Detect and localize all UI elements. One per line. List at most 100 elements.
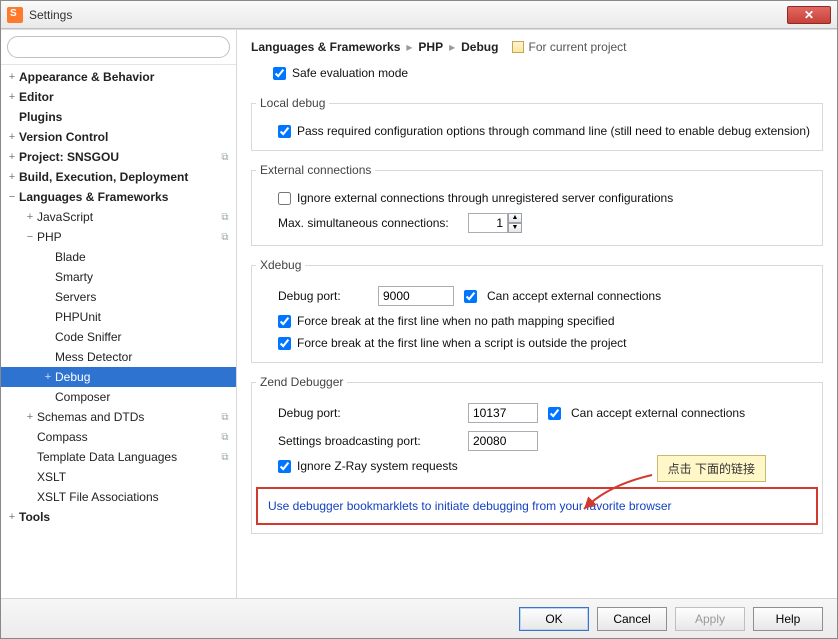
settings-content: Languages & Frameworks ▸ PHP ▸ Debug For… <box>237 30 837 598</box>
xdebug-legend: Xdebug <box>256 258 305 272</box>
tree-item-smarty[interactable]: Smarty <box>1 267 236 287</box>
project-scope-icon: ⧉ <box>218 232 232 243</box>
zend-accept-label: Can accept external connections <box>571 406 745 420</box>
spin-down-button[interactable]: ▼ <box>508 223 522 233</box>
tree-item-build-execution-deployment[interactable]: +Build, Execution, Deployment <box>1 167 236 187</box>
expander-icon[interactable]: + <box>41 371 55 383</box>
chevron-right-icon: ▸ <box>449 40 455 54</box>
tree-item-label: PHP <box>37 230 218 244</box>
tree-item-label: Code Sniffer <box>55 330 218 344</box>
tree-item-mess-detector[interactable]: Mess Detector <box>1 347 236 367</box>
ok-button[interactable]: OK <box>519 607 589 631</box>
settings-sidebar: +Appearance & Behavior+EditorPlugins+Ver… <box>1 30 237 598</box>
tree-item-xslt-file-associations[interactable]: XSLT File Associations <box>1 487 236 507</box>
tree-item-xslt[interactable]: XSLT <box>1 467 236 487</box>
expander-icon[interactable]: + <box>23 411 37 423</box>
tree-item-schemas-and-dtds[interactable]: +Schemas and DTDs⧉ <box>1 407 236 427</box>
tree-item-label: Compass <box>37 430 218 444</box>
expander-icon[interactable]: − <box>5 191 19 203</box>
expander-icon[interactable]: + <box>5 131 19 143</box>
tree-item-label: Composer <box>55 390 218 404</box>
tree-item-template-data-languages[interactable]: Template Data Languages⧉ <box>1 447 236 467</box>
apply-button[interactable]: Apply <box>675 607 745 631</box>
zend-bcast-input[interactable] <box>468 431 538 451</box>
xdebug-accept-checkbox[interactable] <box>464 290 477 303</box>
tree-item-label: Version Control <box>19 130 218 144</box>
tree-item-label: Languages & Frameworks <box>19 190 218 204</box>
tree-item-label: XSLT File Associations <box>37 490 218 504</box>
tree-item-javascript[interactable]: +JavaScript⧉ <box>1 207 236 227</box>
tree-item-label: PHPUnit <box>55 310 218 324</box>
max-conn-input[interactable] <box>468 213 508 233</box>
zend-group: Zend Debugger Debug port: Can accept ext… <box>251 375 823 534</box>
tree-item-label: XSLT <box>37 470 218 484</box>
safe-eval-label: Safe evaluation mode <box>292 66 408 80</box>
ignore-external-checkbox[interactable] <box>278 192 291 205</box>
ignore-zray-checkbox[interactable] <box>278 460 291 473</box>
project-icon <box>512 41 524 53</box>
crumb-debug: Debug <box>461 40 498 54</box>
tree-item-phpunit[interactable]: PHPUnit <box>1 307 236 327</box>
force-break-outside-checkbox[interactable] <box>278 337 291 350</box>
safe-eval-checkbox[interactable] <box>273 67 286 80</box>
tree-item-servers[interactable]: Servers <box>1 287 236 307</box>
zend-bcast-label: Settings broadcasting port: <box>278 434 458 448</box>
project-scope-icon: ⧉ <box>218 212 232 223</box>
window-titlebar: Settings ✕ <box>1 1 837 29</box>
expander-icon[interactable]: + <box>5 151 19 163</box>
tree-item-plugins[interactable]: Plugins <box>1 107 236 127</box>
crumb-php: PHP <box>418 40 443 54</box>
tree-item-code-sniffer[interactable]: Code Sniffer <box>1 327 236 347</box>
tree-item-label: Schemas and DTDs <box>37 410 218 424</box>
tree-item-composer[interactable]: Composer <box>1 387 236 407</box>
xdebug-port-label: Debug port: <box>278 289 368 303</box>
tree-item-tools[interactable]: +Tools <box>1 507 236 527</box>
ignore-external-label: Ignore external connections through unre… <box>297 191 673 205</box>
tree-item-label: Blade <box>55 250 218 264</box>
crumb-languages: Languages & Frameworks <box>251 40 400 54</box>
tree-item-version-control[interactable]: +Version Control <box>1 127 236 147</box>
zend-port-input[interactable] <box>468 403 538 423</box>
local-debug-group: Local debug Pass required configuration … <box>251 96 823 151</box>
tree-item-languages-frameworks[interactable]: −Languages & Frameworks <box>1 187 236 207</box>
cancel-button[interactable]: Cancel <box>597 607 667 631</box>
zend-accept-checkbox[interactable] <box>548 407 561 420</box>
expander-icon[interactable]: + <box>23 211 37 223</box>
expander-icon[interactable]: − <box>23 231 37 243</box>
spin-up-button[interactable]: ▲ <box>508 213 522 223</box>
tree-item-label: Editor <box>19 90 218 104</box>
zend-legend: Zend Debugger <box>256 375 347 389</box>
chevron-right-icon: ▸ <box>406 40 412 54</box>
force-break-nopath-checkbox[interactable] <box>278 315 291 328</box>
force-break-outside-label: Force break at the first line when a scr… <box>297 336 627 350</box>
search-input[interactable] <box>7 36 230 58</box>
expander-icon[interactable]: + <box>5 511 19 523</box>
window-close-button[interactable]: ✕ <box>787 6 831 24</box>
expander-icon[interactable]: + <box>5 171 19 183</box>
tree-item-debug[interactable]: +Debug <box>1 367 236 387</box>
for-current-project-label: For current project <box>512 40 626 54</box>
project-scope-icon: ⧉ <box>218 152 232 163</box>
settings-tree[interactable]: +Appearance & Behavior+EditorPlugins+Ver… <box>1 65 236 598</box>
tree-item-label: Smarty <box>55 270 218 284</box>
zend-port-label: Debug port: <box>278 406 458 420</box>
force-break-nopath-label: Force break at the first line when no pa… <box>297 314 615 328</box>
tree-item-editor[interactable]: +Editor <box>1 87 236 107</box>
tree-item-compass[interactable]: Compass⧉ <box>1 427 236 447</box>
tree-item-appearance-behavior[interactable]: +Appearance & Behavior <box>1 67 236 87</box>
max-conn-stepper[interactable]: ▲▼ <box>468 213 522 233</box>
tree-item-label: Plugins <box>19 110 218 124</box>
annotation-arrow-icon <box>578 471 656 513</box>
tree-item-blade[interactable]: Blade <box>1 247 236 267</box>
project-scope-icon: ⧉ <box>218 432 232 443</box>
expander-icon[interactable]: + <box>5 91 19 103</box>
xdebug-port-input[interactable] <box>378 286 454 306</box>
tree-item-label: Template Data Languages <box>37 450 218 464</box>
expander-icon[interactable]: + <box>5 71 19 83</box>
tree-item-label: Tools <box>19 510 218 524</box>
help-button[interactable]: Help <box>753 607 823 631</box>
tree-item-php[interactable]: −PHP⧉ <box>1 227 236 247</box>
window-title: Settings <box>29 8 787 22</box>
tree-item-project-snsgou[interactable]: +Project: SNSGOU⧉ <box>1 147 236 167</box>
pass-config-checkbox[interactable] <box>278 125 291 138</box>
